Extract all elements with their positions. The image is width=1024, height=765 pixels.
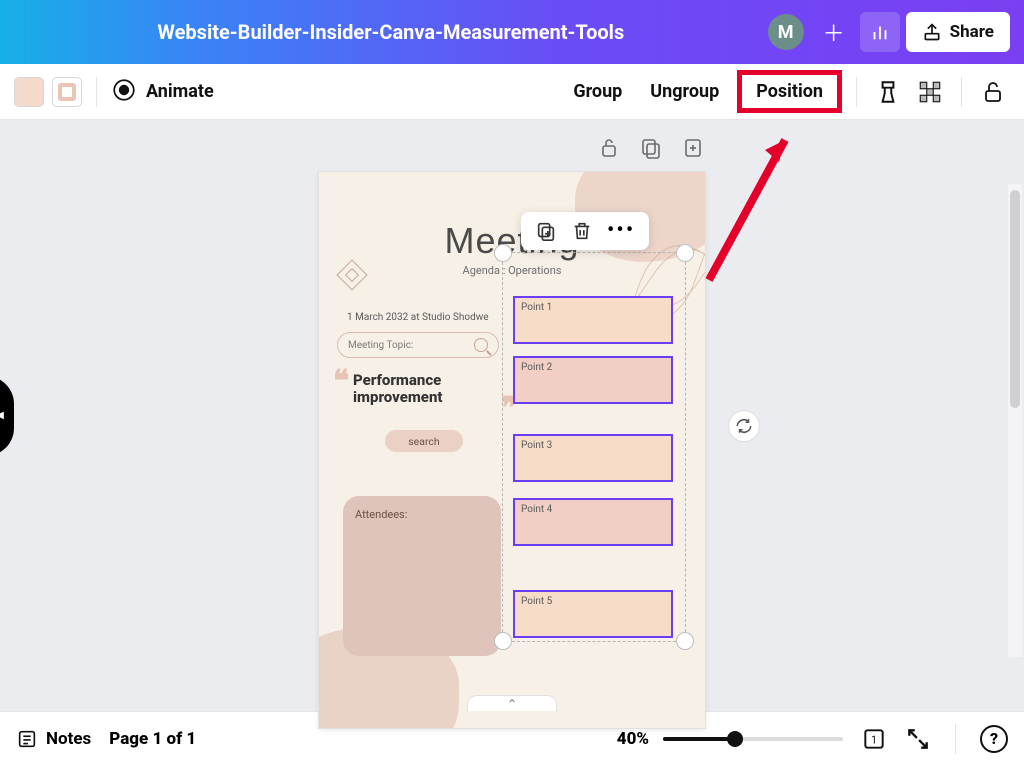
lock-page-icon[interactable] (597, 136, 621, 160)
animate-icon (111, 77, 137, 107)
agenda-point[interactable]: Point 5 (513, 590, 673, 638)
meeting-topic-label: Meeting Topic: (348, 340, 413, 351)
share-button[interactable]: Share (906, 12, 1010, 52)
divider (96, 77, 97, 107)
resize-handle-tr[interactable] (676, 244, 694, 262)
canvas-wrap: ••• Meeting Agenda : Operations 1 March … (319, 140, 705, 728)
side-panel-toggle[interactable]: ◀ (0, 376, 14, 456)
border-color-swatch[interactable] (52, 77, 82, 107)
position-button[interactable]: Position (737, 70, 842, 113)
editor-workspace[interactable]: ◀ ••• Mee (0, 120, 1024, 711)
help-button[interactable]: ? (980, 725, 1008, 753)
notes-icon (16, 728, 38, 750)
divider (955, 724, 956, 754)
share-label: Share (950, 22, 994, 42)
search-icon (474, 338, 488, 352)
add-page-icon[interactable] (681, 136, 705, 160)
user-avatar[interactable]: M (768, 14, 804, 50)
design-title[interactable]: Website-Builder-Insider-Canva-Measuremen… (14, 20, 768, 44)
page-date[interactable]: 1 March 2032 at Studio Shodwe (347, 312, 489, 323)
contextual-toolbar: Animate Group Ungroup Position (0, 64, 1024, 120)
agenda-point[interactable]: Point 1 (513, 296, 673, 344)
zoom-slider-fill (663, 737, 735, 741)
transparency-button[interactable] (913, 75, 947, 109)
top-bar: Website-Builder-Insider-Canva-Measuremen… (0, 0, 1024, 64)
fill-color-swatch[interactable] (14, 77, 44, 107)
page-scroll-tab[interactable]: ⌃ (467, 695, 557, 711)
zoom-control: 40% (617, 729, 843, 749)
analytics-button[interactable] (860, 12, 900, 52)
resize-handle-bl[interactable] (494, 632, 512, 650)
svg-text:1: 1 (871, 733, 877, 746)
page-actions (597, 136, 705, 160)
notes-label: Notes (46, 729, 91, 749)
group-button[interactable]: Group (563, 75, 632, 108)
attendees-label: Attendees: (355, 508, 407, 521)
divider (856, 77, 857, 107)
divider (961, 77, 962, 107)
zoom-slider[interactable] (663, 737, 843, 741)
selection-context-toolbar: ••• (521, 212, 649, 250)
add-member-button[interactable]: ＋ (814, 12, 854, 52)
zoom-slider-thumb[interactable] (727, 731, 743, 747)
zoom-percent[interactable]: 40% (617, 729, 649, 749)
resize-handle-br[interactable] (676, 632, 694, 650)
duplicate-page-icon[interactable] (639, 136, 663, 160)
notes-button[interactable]: Notes (16, 728, 91, 750)
agenda-point[interactable]: Point 2 (513, 356, 673, 404)
animate-button[interactable]: Animate (111, 77, 214, 107)
search-pill[interactable]: search (385, 430, 463, 452)
page-indicator[interactable]: Page 1 of 1 (109, 729, 196, 749)
quote-line-1: Performance (353, 371, 441, 389)
ungroup-button[interactable]: Ungroup (640, 75, 729, 108)
animate-label: Animate (146, 81, 214, 102)
delete-icon[interactable] (571, 220, 593, 242)
autoplay-toggle[interactable] (728, 410, 760, 442)
annotation-arrow (687, 110, 807, 290)
quote-line-2: improvement (353, 388, 443, 406)
agenda-point[interactable]: Point 4 (513, 498, 673, 546)
quote-block[interactable]: ❝ Performance improvement ❞ (347, 372, 507, 407)
grid-view-button[interactable]: 1 (861, 726, 887, 752)
attendees-box[interactable]: Attendees: (343, 496, 501, 656)
design-page[interactable]: Meeting Agenda : Operations 1 March 2032… (319, 172, 705, 728)
vertical-scrollbar[interactable] (1008, 184, 1022, 657)
agenda-point[interactable]: Point 3 (513, 434, 673, 482)
resize-handle-tl[interactable] (494, 244, 512, 262)
duplicate-icon[interactable] (535, 220, 557, 242)
meeting-topic-field[interactable]: Meeting Topic: (337, 332, 499, 358)
scrollbar-thumb[interactable] (1010, 190, 1020, 408)
copy-style-button[interactable] (871, 75, 905, 109)
fullscreen-button[interactable] (905, 726, 931, 752)
lock-button[interactable] (976, 75, 1010, 109)
